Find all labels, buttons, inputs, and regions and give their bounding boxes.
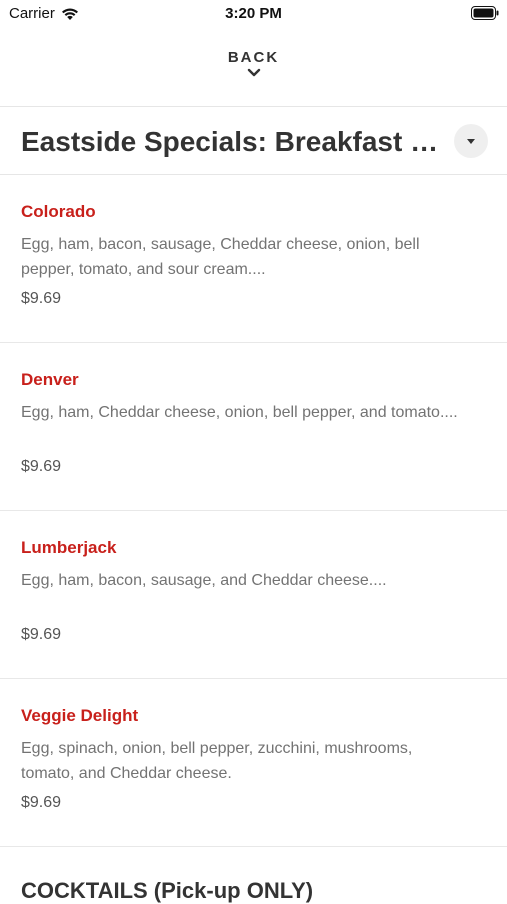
category-header: Eastside Specials: Breakfast P...	[0, 108, 507, 175]
chevron-down-icon	[247, 68, 260, 77]
caret-down-icon	[467, 138, 475, 144]
menu-item-name: Lumberjack	[21, 538, 117, 557]
menu-item-veggie-delight[interactable]: Veggie Delight Egg, spinach, onion, bell…	[0, 679, 507, 847]
menu-item-lumberjack[interactable]: Lumberjack Egg, ham, bacon, sausage, and…	[0, 511, 507, 679]
menu-item-price: $9.69	[21, 290, 62, 307]
category-title: Eastside Specials: Breakfast P...	[21, 126, 441, 157]
menu-item-name: Veggie Delight	[21, 706, 139, 725]
menu-item-description: Egg, spinach, onion, bell pepper, zucchi…	[21, 740, 413, 782]
back-label: BACK	[227, 49, 280, 66]
menu-item-description: Egg, ham, bacon, sausage, Cheddar cheese…	[21, 236, 420, 278]
status-bar: Carrier 3:20 PM	[0, 0, 507, 28]
section-title-cocktails: COCKTAILS (Pick-up ONLY)	[21, 878, 314, 903]
menu-item-description: Egg, ham, Cheddar cheese, onion, bell pe…	[21, 404, 458, 421]
menu-item-description: Egg, ham, bacon, sausage, and Cheddar ch…	[21, 572, 387, 589]
back-button[interactable]: BACK	[0, 46, 507, 96]
header-divider	[0, 106, 507, 107]
menu-item-price: $9.69	[21, 626, 62, 643]
menu-item-denver[interactable]: Denver Egg, ham, Cheddar cheese, onion, …	[0, 343, 507, 511]
battery-icon	[471, 6, 499, 20]
menu-item-name: Colorado	[21, 202, 96, 221]
category-dropdown-button[interactable]	[454, 124, 488, 158]
menu-item-price: $9.69	[21, 794, 62, 811]
menu-item-name: Denver	[21, 370, 79, 389]
status-time: 3:20 PM	[225, 5, 282, 22]
menu-item-colorado[interactable]: Colorado Egg, ham, bacon, sausage, Chedd…	[0, 175, 507, 343]
menu-item-price: $9.69	[21, 458, 62, 475]
